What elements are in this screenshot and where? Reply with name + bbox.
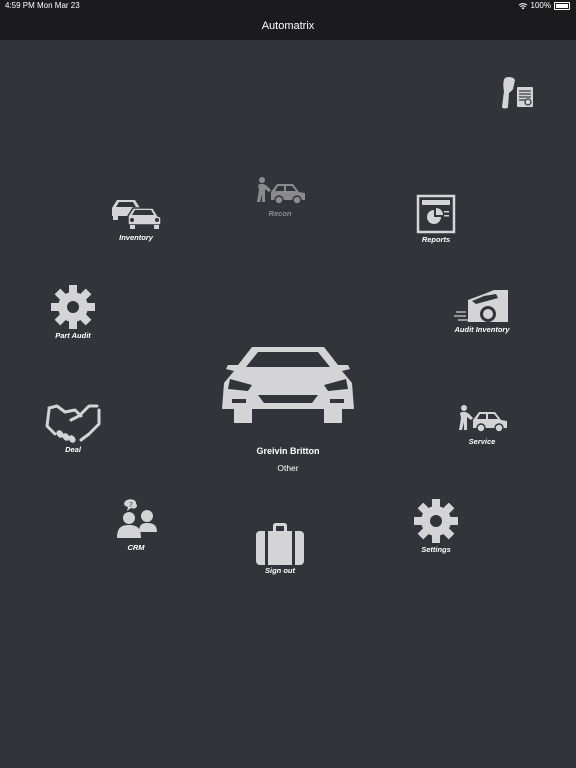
open-trunk-car-icon	[454, 290, 508, 322]
menu-part-audit[interactable]: Part Audit	[43, 284, 103, 340]
menu-part-audit-label: Part Audit	[55, 331, 91, 340]
status-bar: 4:59 PM Mon Mar 23 100%	[0, 0, 576, 12]
svg-text:?: ?	[129, 501, 133, 509]
report-icon	[416, 194, 456, 234]
menu-settings[interactable]: Settings	[406, 498, 466, 554]
handshake-icon	[45, 404, 101, 443]
gear-icon	[51, 285, 95, 329]
menu-reports[interactable]: Reports	[406, 194, 466, 244]
nav-bar: Automatrix	[0, 12, 576, 40]
menu-reports-label: Reports	[421, 235, 451, 244]
menu-settings-label: Settings	[421, 545, 451, 554]
status-date: Mon Mar 23	[37, 1, 80, 10]
battery-icon	[554, 1, 570, 10]
barcode-scanner-button[interactable]	[498, 75, 536, 111]
people-icon: ?	[117, 499, 157, 538]
menu-deal-label: Deal	[65, 445, 81, 454]
menu-crm-label: CRM	[127, 543, 145, 552]
status-right: 100%	[518, 1, 570, 10]
wifi-icon	[518, 2, 527, 9]
menu-service[interactable]: Service	[452, 404, 512, 446]
menu-deal[interactable]: Deal	[43, 402, 103, 454]
menu-sign-out[interactable]: Sign out	[250, 523, 310, 575]
menu-sign-out-label: Sign out	[265, 566, 295, 575]
user-role: Other	[277, 463, 299, 473]
battery-percent: 100%	[530, 1, 551, 10]
menu-audit-inventory[interactable]: Audit Inventory	[448, 288, 516, 334]
menu-recon[interactable]: Recon	[250, 176, 310, 218]
profile-avatar	[218, 343, 358, 425]
menu-inventory-label: Inventory	[119, 233, 153, 242]
page-title: Automatrix	[261, 20, 315, 32]
menu-service-label: Service	[468, 437, 496, 446]
mechanic-car-icon	[257, 177, 305, 205]
menu-inventory[interactable]: Inventory	[106, 196, 166, 242]
menu-recon-label: Recon	[268, 209, 292, 218]
barcode-scanner-icon	[502, 76, 533, 109]
status-time: 4:59 PM	[5, 1, 35, 10]
menu-audit-inventory-label: Audit Inventory	[454, 325, 510, 334]
cars-icon	[112, 200, 162, 229]
gear-icon	[414, 499, 458, 543]
sports-car-icon	[222, 347, 354, 423]
briefcase-icon	[256, 523, 304, 565]
mechanic-car-icon	[459, 405, 507, 433]
menu-crm[interactable]: ? CRM	[106, 498, 166, 552]
